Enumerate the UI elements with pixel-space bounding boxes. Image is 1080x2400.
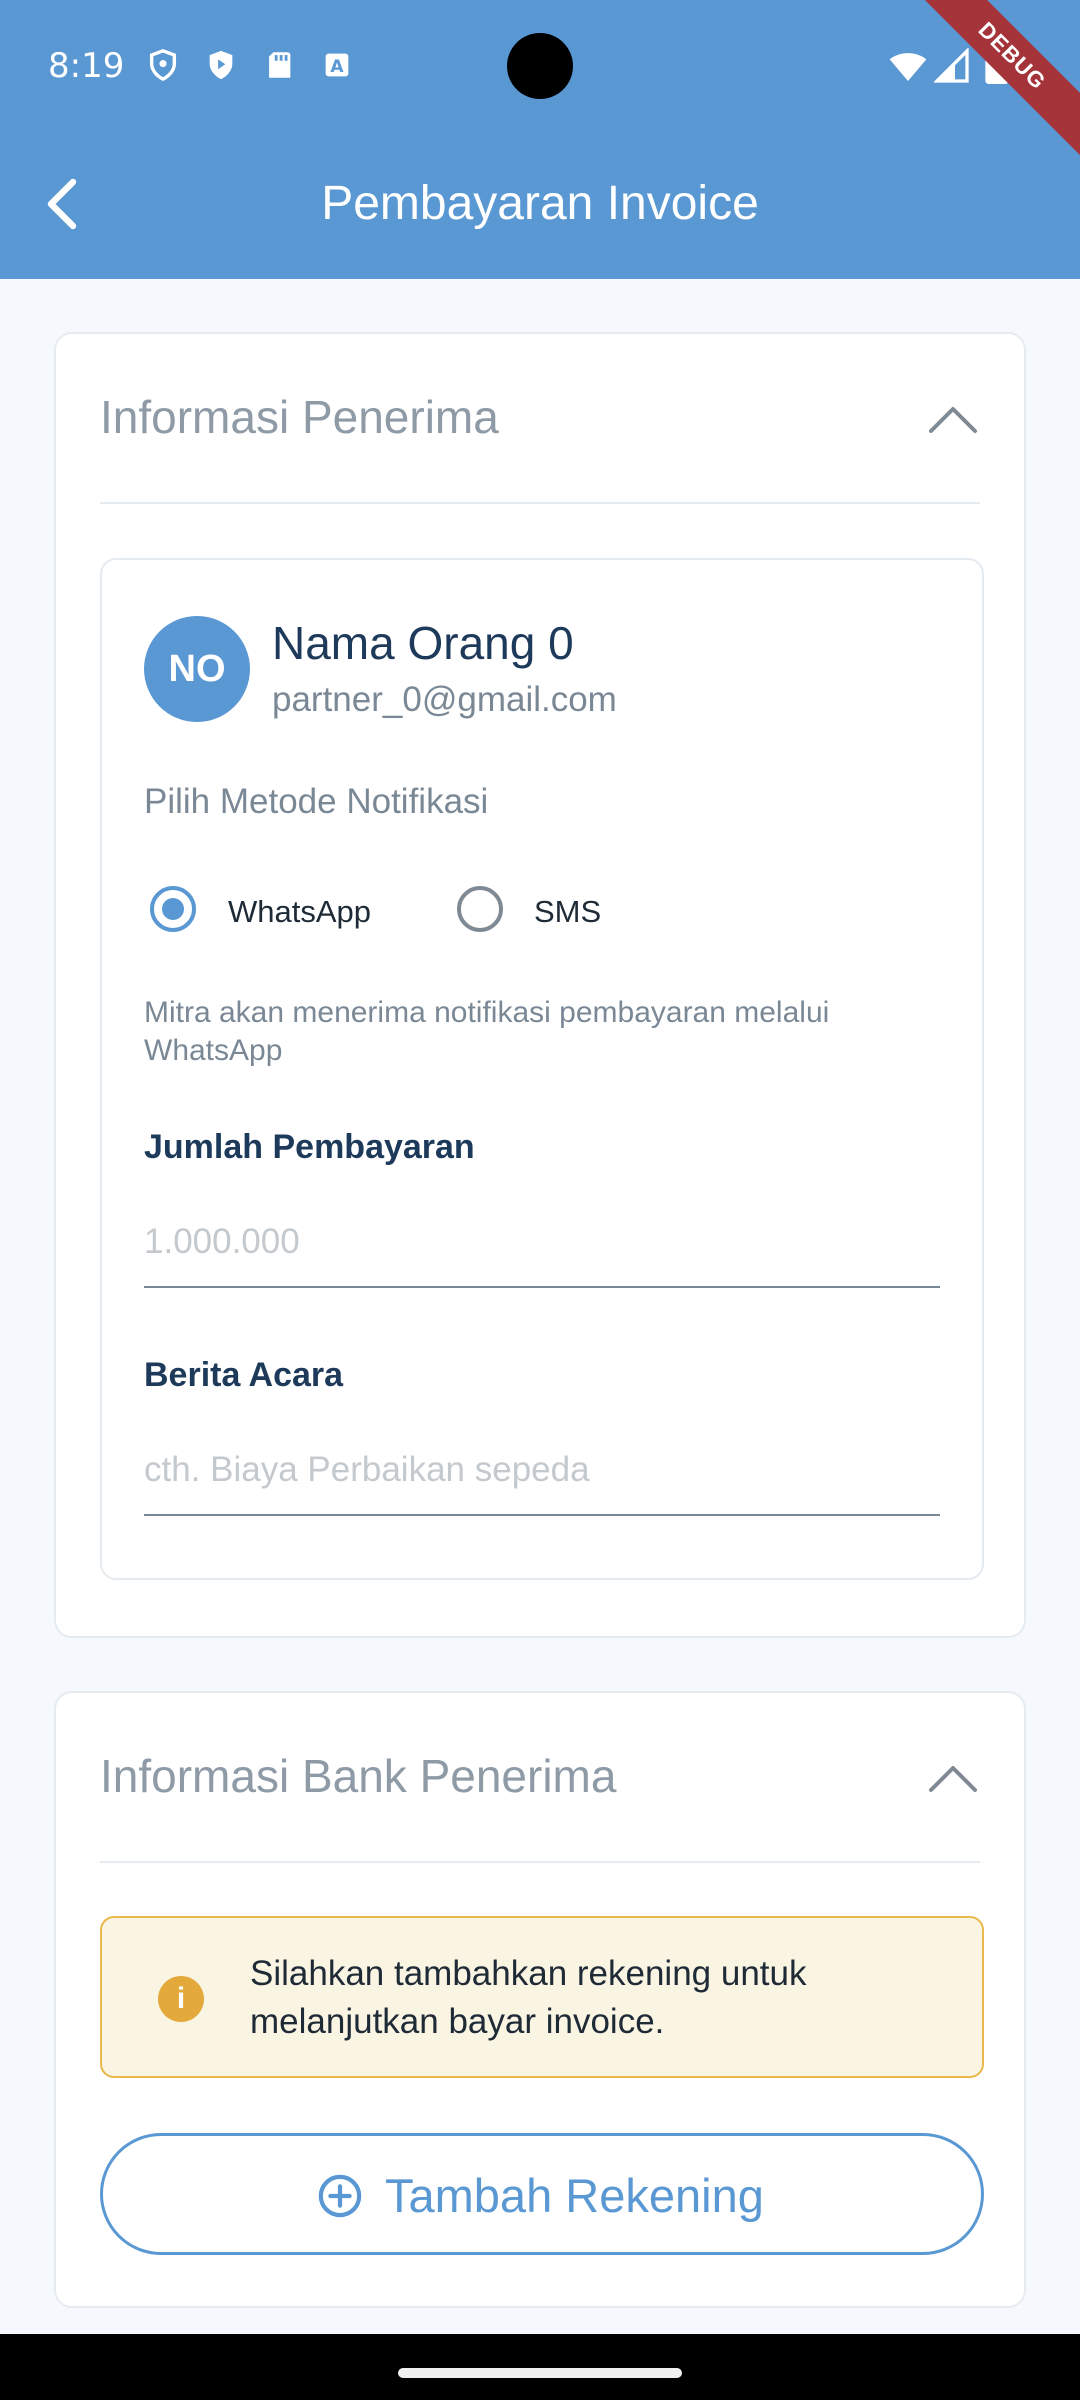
amount-label: Jumlah Pembayaran bbox=[144, 1128, 475, 1166]
notification-method-label: Pilih Metode Notifikasi bbox=[144, 782, 489, 821]
radio-whatsapp-label[interactable]: WhatsApp bbox=[228, 894, 371, 930]
note-input[interactable] bbox=[144, 1426, 940, 1516]
section-divider bbox=[100, 1861, 980, 1863]
notification-method-group: WhatsApp SMS bbox=[144, 880, 944, 940]
app-bar: 8:19 A DEBUG Pembayaran Invoice bbox=[0, 0, 1080, 279]
partner-email: partner_0@gmail.com bbox=[272, 680, 617, 719]
sd-card-icon bbox=[269, 52, 291, 78]
page-title: Pembayaran Invoice bbox=[321, 177, 759, 230]
section-divider bbox=[100, 502, 980, 504]
warning-text: Silahkan tambahkan rekening untuk melanj… bbox=[250, 1954, 807, 2041]
partner-box: NO Nama Orang 0 partner_0@gmail.com Pili… bbox=[100, 558, 984, 1580]
warning-banner: i Silahkan tambahkan rekening untuk mela… bbox=[100, 1916, 984, 2078]
add-account-label: Tambah Rekening bbox=[385, 2169, 764, 2222]
add-account-button[interactable]: Tambah Rekening bbox=[100, 2133, 984, 2255]
front-camera bbox=[507, 33, 573, 99]
bank-card: Informasi Bank Penerima i Silahkan tamba… bbox=[54, 1691, 1026, 2308]
signal-icon bbox=[934, 48, 969, 83]
recipient-card: Informasi Penerima NO Nama Orang 0 partn… bbox=[54, 332, 1026, 1638]
svg-text:A: A bbox=[330, 57, 344, 77]
radio-whatsapp[interactable] bbox=[150, 886, 196, 932]
status-time: 8:19 bbox=[48, 46, 125, 86]
chevron-up-icon[interactable] bbox=[928, 1763, 978, 1793]
partner-name: Nama Orang 0 bbox=[272, 617, 574, 669]
info-icon: i bbox=[158, 1976, 204, 2022]
section-title-recipient: Informasi Penerima bbox=[100, 391, 499, 443]
notification-hint: Mitra akan menerima notifikasi pembayara… bbox=[144, 996, 830, 1067]
system-nav-bar bbox=[0, 2334, 1080, 2400]
shield-icon bbox=[149, 49, 177, 82]
avatar: NO bbox=[144, 616, 250, 722]
amount-input[interactable] bbox=[144, 1198, 940, 1288]
add-circle-icon bbox=[318, 2174, 362, 2218]
section-title-bank: Informasi Bank Penerima bbox=[100, 1750, 617, 1802]
note-label: Berita Acara bbox=[144, 1356, 344, 1394]
home-gesture-handle[interactable] bbox=[398, 2368, 682, 2378]
status-bar: 8:19 A DEBUG bbox=[0, 0, 1080, 164]
play-protect-icon bbox=[209, 50, 233, 80]
wifi-icon bbox=[889, 53, 927, 81]
radio-sms-label[interactable]: SMS bbox=[534, 894, 601, 930]
chevron-up-icon[interactable] bbox=[928, 404, 978, 434]
radio-sms[interactable] bbox=[457, 886, 503, 932]
keyboard-icon: A bbox=[325, 53, 349, 77]
